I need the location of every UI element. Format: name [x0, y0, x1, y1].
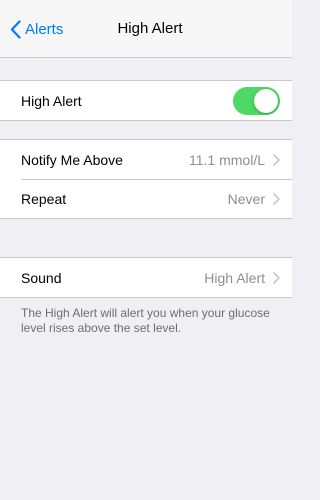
notify-above-label: Notify Me Above — [21, 151, 123, 168]
repeat-label: Repeat — [21, 190, 67, 207]
repeat-row[interactable]: Repeat Never — [0, 179, 292, 218]
navigation-bar: Alerts High Alert — [0, 0, 292, 58]
notify-above-value: 11.1 mmol/L — [189, 151, 265, 168]
chevron-right-icon — [273, 192, 280, 205]
sound-row[interactable]: Sound High Alert — [0, 258, 292, 297]
screen: Alerts High Alert High Alert Notify Me A… — [0, 0, 292, 500]
chevron-right-icon — [273, 153, 280, 166]
notify-above-row[interactable]: Notify Me Above 11.1 mmol/L — [0, 140, 292, 179]
chevron-right-icon — [273, 271, 280, 284]
sound-value: High Alert — [204, 269, 265, 286]
footer-note: The High Alert will alert you when your … — [21, 306, 270, 335]
alert-settings-section: Notify Me Above 11.1 mmol/L Repeat Never — [0, 139, 292, 219]
sound-label: Sound — [21, 269, 62, 286]
high-alert-toggle[interactable] — [233, 86, 280, 115]
toggle-knob — [254, 88, 278, 113]
repeat-value: Never — [227, 190, 265, 207]
high-alert-toggle-section: High Alert — [0, 80, 292, 121]
sound-section: Sound High Alert — [0, 257, 292, 298]
high-alert-row: High Alert — [0, 81, 292, 120]
page-title: High Alert — [117, 20, 183, 37]
high-alert-label: High Alert — [21, 92, 82, 109]
